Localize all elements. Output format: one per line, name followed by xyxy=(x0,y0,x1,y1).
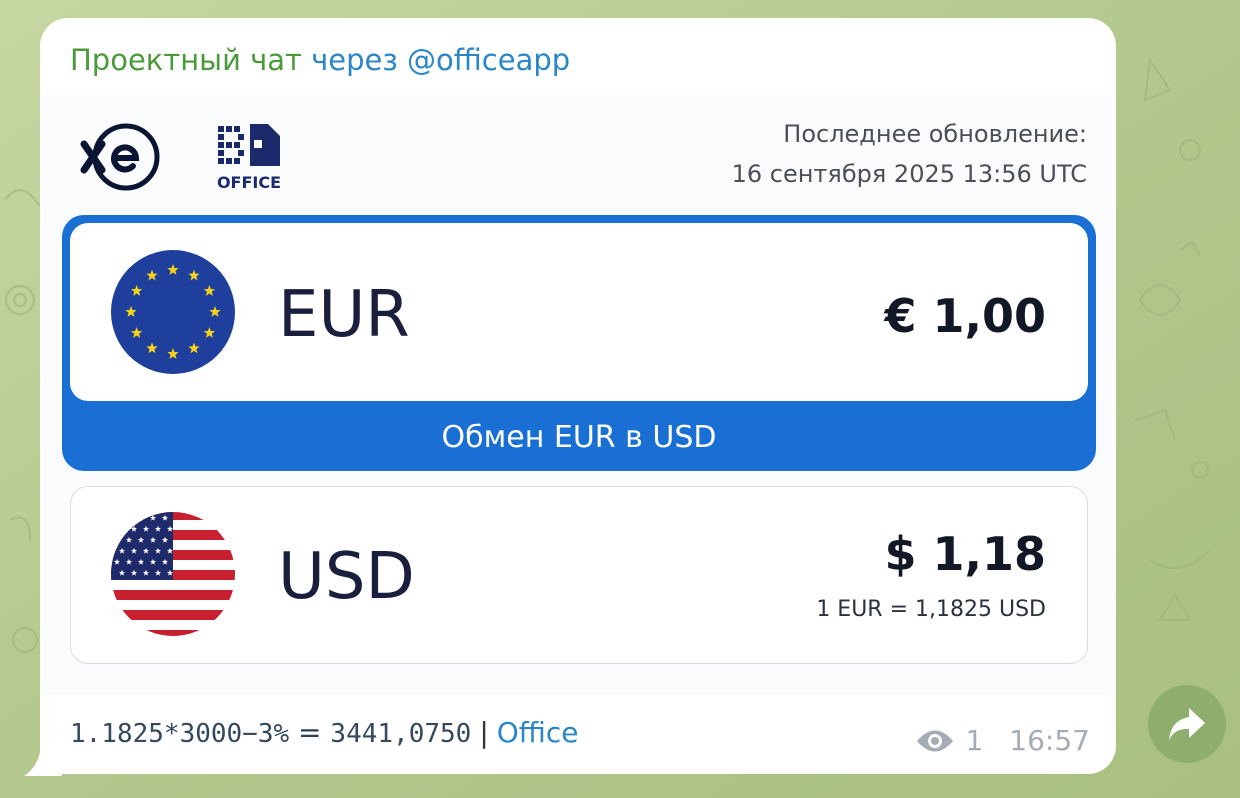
calc-expression: 1.1825*3000−3% xyxy=(70,719,290,749)
sender-name[interactable]: Проектный чат xyxy=(70,43,302,77)
forward-icon xyxy=(1169,708,1205,740)
svg-text:OFFICE: OFFICE xyxy=(217,173,281,192)
exchange-rate: 1 EUR = 1,1825 USD xyxy=(816,597,1046,622)
from-currency-code: EUR xyxy=(278,278,410,352)
to-currency-code: USD xyxy=(278,540,415,614)
calc-equals: = xyxy=(289,716,331,749)
calc-result: 3441,0750 xyxy=(330,719,472,749)
calculation-line: 1.1825*3000−3% = 3441,0750 | Office xyxy=(70,714,578,753)
via-bot-link[interactable]: через @officeapp xyxy=(311,43,570,77)
from-amount: € 1,00 xyxy=(884,289,1046,343)
xe-logo-icon xyxy=(80,123,160,191)
office-logo-icon: OFFICE xyxy=(217,124,281,192)
office-link[interactable]: Office xyxy=(497,716,579,749)
view-count: 1 xyxy=(965,724,984,757)
message-time: 16:57 xyxy=(1009,724,1090,757)
convert-button[interactable]: Обмен EUR в USD xyxy=(62,418,1096,458)
last-update-label: Последнее обновление: xyxy=(783,120,1087,148)
last-update-date: 16 сентября 2025 13:56 UTC xyxy=(731,160,1087,188)
us-flag-icon xyxy=(111,512,235,636)
message-meta: 1 16:57 xyxy=(915,724,1090,757)
to-amount: $ 1,18 xyxy=(884,527,1046,581)
forward-button[interactable] xyxy=(1148,685,1226,763)
message-header: Проектный чат через @officeapp xyxy=(70,42,570,78)
eye-icon xyxy=(917,730,954,751)
eu-flag-icon xyxy=(111,250,235,374)
separator: | xyxy=(479,716,489,749)
